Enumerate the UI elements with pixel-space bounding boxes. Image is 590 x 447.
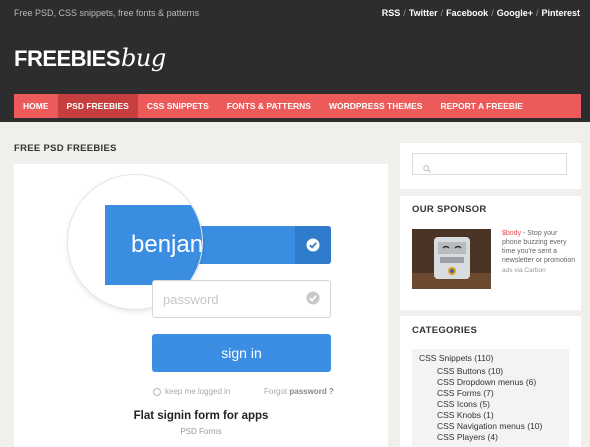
preview-password-field: password bbox=[152, 280, 331, 318]
category-item-css-players[interactable]: CSS Players (4) bbox=[437, 432, 498, 442]
post-category[interactable]: PSD Forms bbox=[14, 427, 388, 436]
site-header: FREEBIES bug bbox=[0, 28, 590, 94]
separator: / bbox=[403, 8, 406, 18]
social-links: RSS / Twitter / Facebook / Google+ / Pin… bbox=[382, 8, 580, 18]
logo-script-text: bug bbox=[121, 44, 166, 72]
check-icon bbox=[295, 226, 331, 264]
social-link-pinterest[interactable]: Pinterest bbox=[541, 8, 580, 18]
nav-item-home[interactable]: Home bbox=[14, 94, 58, 118]
nav-item-wordpress-themes[interactable]: WordPress Themes bbox=[320, 94, 432, 118]
social-link-googleplus[interactable]: Google+ bbox=[497, 8, 533, 18]
separator: / bbox=[440, 8, 444, 18]
category-item-css-dropdown-menus[interactable]: CSS Dropdown menus (6) bbox=[437, 377, 536, 387]
preview-forgot-bold: password ? bbox=[289, 387, 334, 396]
sponsor-title: OUR SPONSOR bbox=[412, 204, 487, 215]
category-item-css-buttons[interactable]: CSS Buttons (10) bbox=[437, 366, 503, 376]
category-item-css-navigation-menus[interactable]: CSS Navigation menus (10) bbox=[437, 421, 542, 431]
sponsor-ad-text[interactable]: $body - Stop your phone buzzing every ti… bbox=[502, 229, 578, 265]
social-link-rss[interactable]: RSS bbox=[382, 8, 401, 18]
nav-wrapper: Home PSD Freebies CSS Snippets Fonts & P… bbox=[0, 94, 590, 122]
logo-main-text: FREEBIES bbox=[14, 46, 121, 71]
main-nav: Home PSD Freebies CSS Snippets Fonts & P… bbox=[14, 94, 581, 118]
category-item-css-forms[interactable]: CSS Forms (7) bbox=[437, 388, 494, 398]
preview-forgot-prefix: Forgot bbox=[264, 387, 288, 396]
preview-keep-logged: keep me logged in bbox=[153, 387, 230, 396]
preview-password-placeholder: password bbox=[163, 292, 219, 307]
section-title: FREE PSD FREEBIES bbox=[14, 143, 117, 154]
post-title[interactable]: Flat signin form for apps bbox=[14, 410, 388, 422]
nav-item-report-freebie[interactable]: Report a Freebie bbox=[431, 94, 532, 118]
top-bar: Free PSD, CSS snippets, free fonts & pat… bbox=[0, 0, 590, 28]
check-icon bbox=[306, 291, 320, 310]
search-input[interactable] bbox=[412, 153, 567, 175]
nav-item-fonts-patterns[interactable]: Fonts & Patterns bbox=[218, 94, 320, 118]
sidebar-search-widget bbox=[400, 143, 581, 189]
category-item-css-knobs[interactable]: CSS Knobs (1) bbox=[437, 410, 494, 420]
categories-title: CATEGORIES bbox=[412, 325, 478, 336]
site-tagline: Free PSD, CSS snippets, free fonts & pat… bbox=[14, 8, 200, 18]
nav-item-psd-freebies[interactable]: PSD Freebies bbox=[57, 94, 138, 118]
nav-item-css-snippets[interactable]: CSS Snippets bbox=[138, 94, 218, 118]
social-link-facebook[interactable]: Facebook bbox=[446, 8, 488, 18]
site-logo[interactable]: FREEBIES bug bbox=[14, 44, 166, 72]
search-icon bbox=[423, 160, 431, 178]
magnifier-username-text: benjan bbox=[131, 231, 202, 258]
preview-forgot-password: Forgot password ? bbox=[264, 387, 334, 396]
category-item-css-icons[interactable]: CSS Icons (5) bbox=[437, 399, 490, 409]
ads-via-carbon[interactable]: ads via Carbon bbox=[502, 267, 546, 274]
social-link-twitter[interactable]: Twitter bbox=[409, 8, 438, 18]
preview-keep-logged-label: keep me logged in bbox=[165, 387, 231, 396]
separator: / bbox=[535, 8, 539, 18]
separator: / bbox=[491, 8, 494, 18]
radio-icon bbox=[153, 387, 161, 396]
sponsor-ad-image[interactable] bbox=[412, 229, 491, 289]
preview-signin-button: sign in bbox=[152, 334, 331, 372]
category-item-css-snippets[interactable]: CSS Snippets (110) bbox=[419, 353, 494, 363]
sponsor-price: $body bbox=[502, 230, 522, 237]
